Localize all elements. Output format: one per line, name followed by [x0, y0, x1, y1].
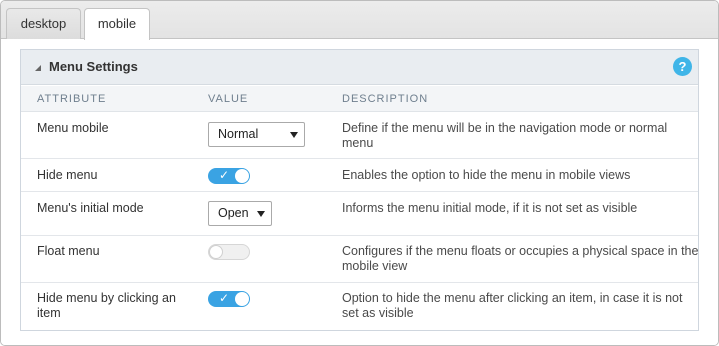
table-row: Hide menu by clicking an item ✓ Option t… — [21, 283, 698, 330]
help-icon[interactable]: ? — [673, 57, 692, 76]
description-text: Enables the option to hide the menu in m… — [342, 168, 631, 182]
tab-bar: desktop mobile — [1, 1, 718, 40]
attribute-label: Menu's initial mode — [37, 201, 144, 215]
table-row: Hide menu ✓ Enables the option to hide t… — [21, 159, 698, 192]
tab-desktop[interactable]: desktop — [6, 8, 81, 40]
float-menu-toggle[interactable] — [208, 244, 250, 260]
menu-mobile-select[interactable]: Normal — [208, 122, 305, 147]
description-text: Option to hide the menu after clicking a… — [342, 291, 683, 320]
hide-menu-toggle[interactable]: ✓ — [208, 168, 250, 184]
select-value: Normal — [218, 127, 259, 141]
table-header: ATTRIBUTE VALUE DESCRIPTION — [21, 86, 698, 112]
description-text: Configures if the menu floats or occupie… — [342, 244, 699, 273]
table-row: Menu mobile Normal Define if the menu wi… — [21, 113, 698, 159]
attribute-label: Menu mobile — [37, 121, 109, 135]
description-text: Define if the menu will be in the naviga… — [342, 121, 668, 150]
column-header-attribute: ATTRIBUTE — [37, 93, 107, 105]
panel-title: Menu Settings — [49, 59, 138, 74]
tab-mobile[interactable]: mobile — [84, 8, 150, 40]
toggle-knob — [209, 245, 223, 259]
panel-header[interactable]: Menu Settings ? — [21, 50, 698, 85]
collapse-arrow-icon[interactable] — [35, 65, 41, 71]
table-row: Float menu Configures if the menu floats… — [21, 236, 698, 283]
chevron-down-icon — [257, 211, 265, 217]
attribute-label: Hide menu by clicking an item — [37, 291, 176, 320]
tab-content: Menu Settings ? ATTRIBUTE VALUE DESCRIPT… — [1, 39, 718, 345]
attribute-label: Hide menu — [37, 168, 98, 182]
column-header-value: VALUE — [208, 93, 249, 105]
settings-window: desktop mobile Menu Settings ? ATTRIBUTE… — [0, 0, 719, 346]
toggle-knob — [235, 292, 249, 306]
menu-settings-panel: Menu Settings ? ATTRIBUTE VALUE DESCRIPT… — [20, 49, 699, 331]
initial-mode-select[interactable]: Open — [208, 201, 272, 226]
check-icon: ✓ — [219, 291, 230, 305]
toggle-knob — [235, 169, 249, 183]
column-header-description: DESCRIPTION — [342, 93, 429, 105]
chevron-down-icon — [290, 132, 298, 138]
select-value: Open — [218, 206, 249, 220]
attribute-label: Float menu — [37, 244, 100, 258]
table-row: Menu's initial mode Open Informs the men… — [21, 192, 698, 236]
description-text: Informs the menu initial mode, if it is … — [342, 201, 638, 215]
hide-menu-click-toggle[interactable]: ✓ — [208, 291, 250, 307]
check-icon: ✓ — [219, 168, 230, 182]
